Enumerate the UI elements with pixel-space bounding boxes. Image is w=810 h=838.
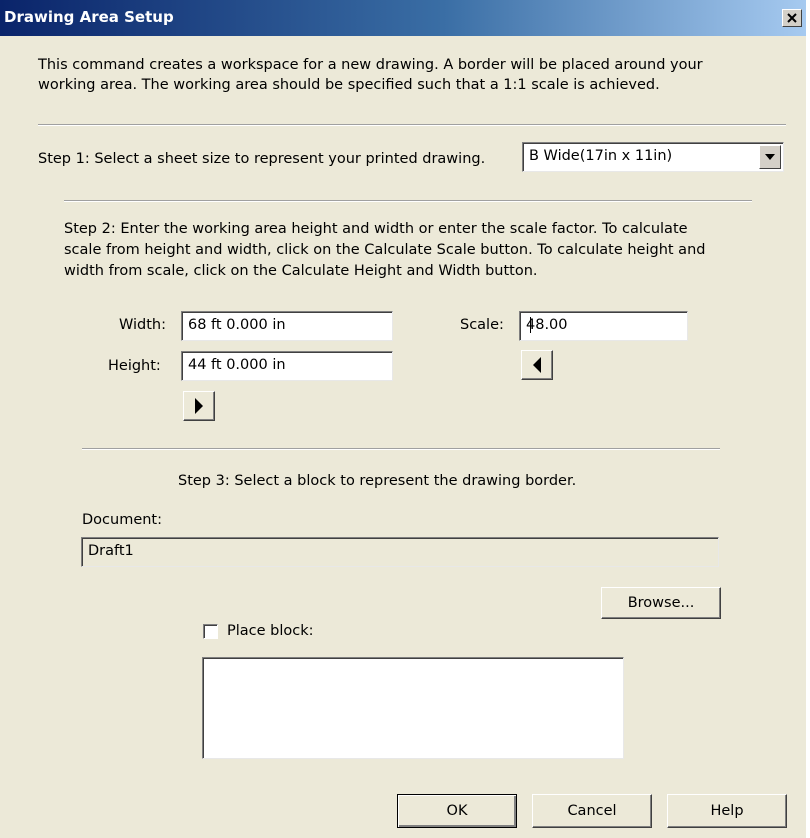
step2-text-line-2: scale from height and width, click on th… [64, 242, 706, 258]
step2-text-line-3: width from scale, click on the Calculate… [64, 263, 538, 279]
drawing-area-setup-dialog: Drawing Area Setup This command creates … [0, 0, 808, 838]
document-field: Draft1 [81, 537, 719, 567]
place-block-checkbox[interactable] [203, 624, 218, 639]
intro-text-line-2: working area. The working area should be… [38, 77, 660, 93]
arrow-right-icon [195, 398, 203, 414]
window-title: Drawing Area Setup [4, 8, 174, 26]
step1-label: Step 1: Select a sheet size to represent… [38, 151, 486, 167]
text-cursor [530, 317, 531, 333]
divider-3 [82, 448, 720, 450]
scale-input[interactable]: 48.00 [519, 311, 688, 341]
place-block-label: Place block: [227, 623, 314, 639]
block-list[interactable] [202, 657, 624, 759]
step3-label: Step 3: Select a block to represent the … [178, 473, 577, 489]
chevron-down-icon [765, 154, 775, 160]
width-label: Width: [119, 317, 167, 333]
title-bar[interactable]: Drawing Area Setup [0, 0, 806, 36]
height-input[interactable]: 44 ft 0.000 in [181, 351, 393, 381]
intro-text-line-1: This command creates a workspace for a n… [38, 57, 703, 73]
cancel-button[interactable]: Cancel [532, 794, 652, 828]
browse-button[interactable]: Browse... [601, 587, 721, 619]
divider-1 [38, 124, 786, 126]
help-button[interactable]: Help [667, 794, 787, 828]
calculate-scale-button[interactable] [183, 391, 215, 421]
step2-text-line-1: Step 2: Enter the working area height an… [64, 221, 688, 237]
close-button[interactable] [782, 9, 802, 27]
ok-button[interactable]: OK [397, 794, 517, 828]
sheet-size-value: B Wide(17in x 11in) [529, 148, 673, 164]
calculate-height-width-button[interactable] [521, 350, 553, 380]
dropdown-arrow-button[interactable] [759, 145, 781, 169]
arrow-left-icon [533, 357, 541, 373]
close-icon [787, 13, 797, 23]
divider-2 [64, 200, 752, 202]
scale-label: Scale: [460, 317, 504, 333]
width-input[interactable]: 68 ft 0.000 in [181, 311, 393, 341]
sheet-size-dropdown[interactable]: B Wide(17in x 11in) [522, 142, 784, 172]
height-label: Height: [108, 358, 161, 374]
document-label: Document: [82, 512, 163, 528]
